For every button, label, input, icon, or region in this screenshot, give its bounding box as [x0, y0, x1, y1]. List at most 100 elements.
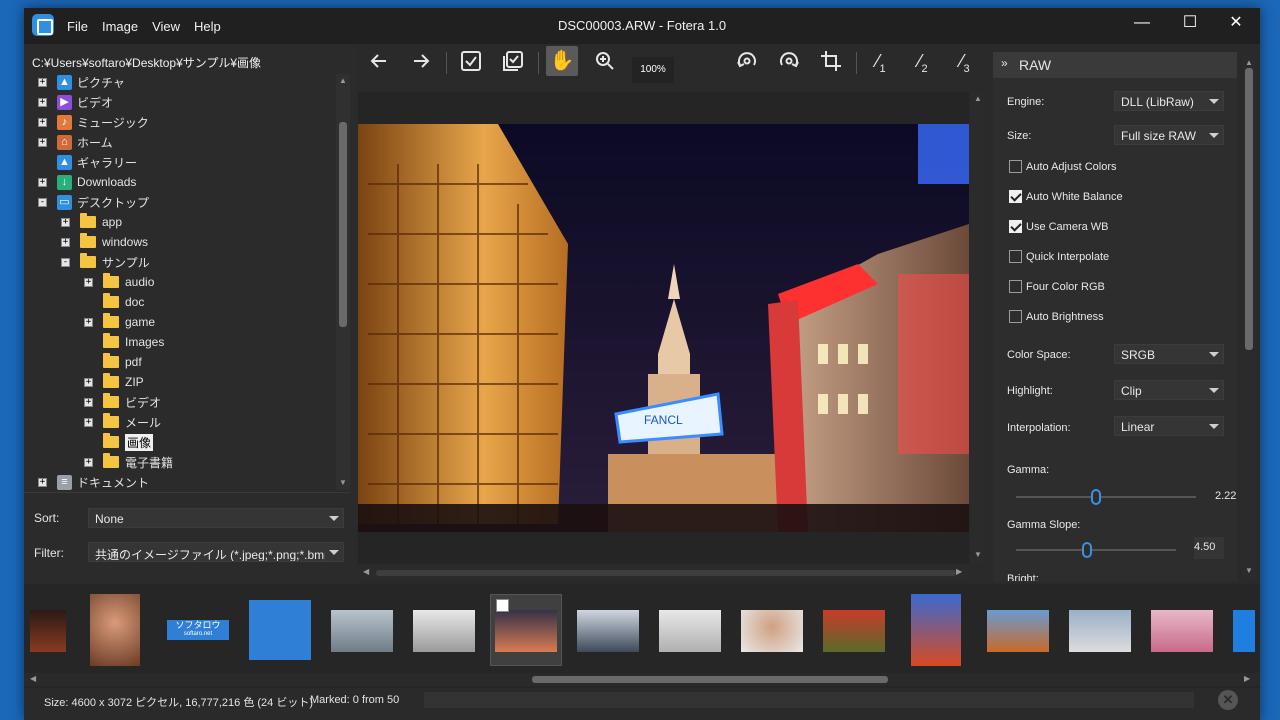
expand-icon[interactable]: +	[61, 238, 70, 247]
tree-item[interactable]: + game	[84, 312, 155, 332]
tree-item[interactable]: + ZIP	[84, 372, 144, 392]
thumbnail[interactable]	[1151, 610, 1213, 652]
tree-item[interactable]: + ♪ ミュージック	[38, 112, 149, 132]
zoom-button[interactable]	[590, 46, 620, 76]
previous-button[interactable]	[364, 46, 394, 76]
thumbnail[interactable]	[987, 610, 1049, 652]
app-logo-icon[interactable]	[32, 14, 54, 36]
engine-select[interactable]: DLL (LibRaw)	[1114, 91, 1224, 111]
expand-icon[interactable]: +	[84, 398, 93, 407]
tree-item[interactable]: + 電子書籍	[84, 452, 173, 472]
tree-item[interactable]: pdf	[103, 352, 142, 372]
tree-item[interactable]: + app	[61, 212, 122, 232]
filmstrip-scroll-thumb[interactable]	[532, 676, 888, 683]
scroll-left-icon[interactable]: ◀	[30, 674, 36, 683]
checkbox-label[interactable]: Auto Brightness	[1026, 311, 1104, 323]
mark-button[interactable]	[456, 46, 486, 76]
expand-icon[interactable]: +	[38, 138, 47, 147]
checkbox-label[interactable]: Auto White Balance	[1026, 191, 1123, 203]
tree-item[interactable]: 画像	[103, 432, 154, 452]
thumbnail[interactable]	[90, 594, 140, 666]
tree-scrollbar[interactable]: ▲ ▼	[336, 74, 350, 490]
thumbnail[interactable]: ソフタロウ softaro.net	[167, 620, 229, 640]
scroll-up-icon[interactable]: ▲	[339, 76, 347, 85]
checkbox[interactable]	[1009, 190, 1022, 203]
thumbnail[interactable]	[249, 600, 311, 660]
scroll-down-icon[interactable]: ▼	[339, 478, 347, 487]
thumbnail-mark-checkbox[interactable]	[496, 599, 509, 612]
checkbox[interactable]	[1009, 250, 1022, 263]
thumbnail[interactable]	[30, 610, 66, 652]
scroll-left-icon[interactable]: ◀	[363, 567, 369, 576]
scroll-up-icon[interactable]: ▲	[1245, 58, 1253, 67]
expand-icon[interactable]: +	[84, 378, 93, 387]
tree-item[interactable]: + ↓ Downloads	[38, 172, 136, 192]
close-button[interactable]: ✕	[1213, 8, 1259, 40]
thumbnail[interactable]	[577, 610, 639, 652]
tree-scroll-thumb[interactable]	[339, 122, 347, 327]
menu-view[interactable]: View	[152, 19, 180, 34]
checkbox-label[interactable]: Use Camera WB	[1026, 221, 1109, 233]
menu-file[interactable]: File	[67, 19, 88, 34]
colorspace-select[interactable]: SRGB	[1114, 344, 1224, 364]
thumbnail[interactable]	[413, 610, 475, 652]
highlight-select[interactable]: Clip	[1114, 380, 1224, 400]
sort-select[interactable]: None	[88, 508, 344, 528]
interpolation-select[interactable]: Linear	[1114, 416, 1224, 436]
raw-scroll-thumb[interactable]	[1245, 68, 1253, 350]
gamma-slope-value[interactable]: 4.50	[1194, 537, 1224, 559]
scroll-right-icon[interactable]: ▶	[1244, 674, 1250, 683]
mark-all-button[interactable]	[498, 46, 528, 76]
maximize-button[interactable]: ☐	[1167, 8, 1213, 40]
scroll-right-icon[interactable]: ▶	[956, 567, 962, 576]
viewer-hscroll-thumb[interactable]	[376, 570, 956, 576]
thumbnail[interactable]	[1233, 610, 1255, 652]
pan-tool-button[interactable]: ✋	[546, 46, 578, 76]
auto-edit-1-button[interactable]: ⁄1	[866, 46, 896, 76]
raw-panel-header[interactable]: » RAW	[993, 52, 1237, 78]
next-button[interactable]	[406, 46, 436, 76]
thumbnail[interactable]	[823, 610, 885, 652]
expand-icon[interactable]: +	[38, 78, 47, 87]
tree-item[interactable]: + windows	[61, 232, 148, 252]
checkbox[interactable]	[1009, 220, 1022, 233]
filter-select[interactable]: 共通のイメージファイル (*.jpeg;*.png;*.bmp;*.ti	[88, 542, 344, 562]
thumbnail[interactable]	[659, 610, 721, 652]
thumbnail[interactable]	[331, 610, 393, 652]
tree-item[interactable]: + メール	[84, 412, 161, 432]
gamma-slope-slider-handle[interactable]	[1082, 542, 1092, 558]
zoom-level[interactable]: 100%	[632, 57, 674, 83]
expand-icon[interactable]: +	[38, 478, 47, 487]
collapse-icon[interactable]: -	[61, 258, 70, 267]
rotate-left-button[interactable]	[732, 46, 762, 76]
size-select[interactable]: Full size RAW	[1114, 125, 1224, 145]
expand-icon[interactable]: +	[38, 98, 47, 107]
tree-item[interactable]: + ≡ ドキュメント	[38, 472, 149, 492]
cancel-icon[interactable]: ✕	[1218, 690, 1238, 710]
checkbox-label[interactable]: Quick Interpolate	[1026, 251, 1109, 263]
tree-item[interactable]: + audio	[84, 272, 154, 292]
expand-icon[interactable]: +	[84, 418, 93, 427]
checkbox-label[interactable]: Four Color RGB	[1026, 281, 1105, 293]
main-photo[interactable]: FANCL	[358, 124, 969, 532]
gamma-slider-handle[interactable]	[1091, 489, 1101, 505]
tree-item[interactable]: + ビデオ	[84, 392, 161, 412]
expand-icon[interactable]: +	[84, 458, 93, 467]
checkbox-label[interactable]: Auto Adjust Colors	[1026, 161, 1117, 173]
checkbox[interactable]	[1009, 160, 1022, 173]
filmstrip-scrollbar[interactable]: ◀ ▶	[24, 673, 1260, 686]
thumbnail[interactable]	[1069, 610, 1131, 652]
expand-icon[interactable]: +	[84, 278, 93, 287]
thumbnail[interactable]	[741, 610, 803, 652]
viewer-vscroll[interactable]: ▲ ▼	[971, 92, 985, 564]
rotate-right-button[interactable]	[774, 46, 804, 76]
auto-edit-2-button[interactable]: ⁄2	[908, 46, 938, 76]
thumbnail[interactable]	[911, 594, 961, 666]
scroll-down-icon[interactable]: ▼	[1245, 566, 1253, 575]
gamma-slider-track[interactable]	[1016, 496, 1196, 498]
tree-item[interactable]: + ▲ ピクチャ	[38, 72, 125, 92]
crop-button[interactable]	[816, 46, 846, 76]
tree-item[interactable]: doc	[103, 292, 144, 312]
collapse-icon[interactable]: -	[38, 198, 47, 207]
auto-edit-3-button[interactable]: ⁄3	[950, 46, 980, 76]
